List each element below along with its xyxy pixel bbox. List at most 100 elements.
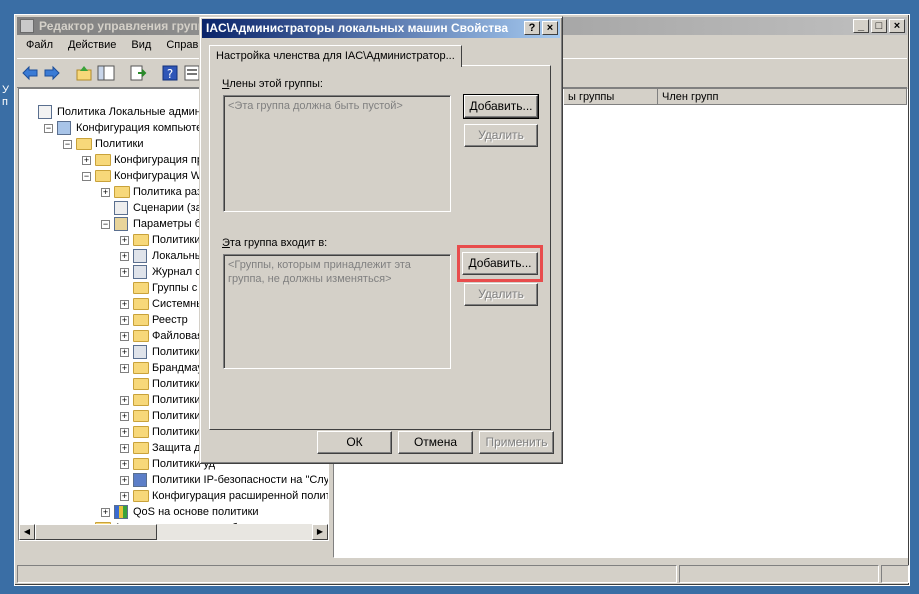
tree-item-label: QoS на основе политики xyxy=(133,506,259,518)
expand-icon[interactable]: + xyxy=(120,428,129,437)
collapse-icon[interactable]: − xyxy=(82,172,91,181)
desktop-icon-label: Уп xyxy=(2,84,9,108)
folder-icon xyxy=(95,154,111,166)
script-icon xyxy=(114,201,128,215)
folder-icon xyxy=(133,442,149,454)
forward-arrow-icon[interactable] xyxy=(43,64,61,82)
menu-action[interactable]: Действие xyxy=(59,37,122,51)
expand-icon[interactable]: + xyxy=(120,300,129,309)
expand-icon[interactable]: + xyxy=(65,540,70,541)
status-bar xyxy=(17,565,909,583)
folder-icon xyxy=(133,458,149,470)
back-arrow-icon[interactable] xyxy=(21,64,39,82)
dialog-title: IAC\Администраторы локальных машин Свойс… xyxy=(206,21,509,35)
expand-icon[interactable]: + xyxy=(120,412,129,421)
collapse-icon[interactable]: − xyxy=(44,124,53,133)
expand-icon[interactable]: + xyxy=(101,188,110,197)
expand-icon[interactable]: + xyxy=(120,364,129,373)
folder-icon xyxy=(133,426,149,438)
tree-item-label: Политика Локальные админист xyxy=(57,106,218,118)
show-hide-tree-icon[interactable] xyxy=(97,64,115,82)
member-of-label: Эта группа входит в: xyxy=(222,237,328,249)
expand-icon[interactable]: + xyxy=(120,444,129,453)
svg-text:?: ? xyxy=(167,67,173,81)
expand-icon[interactable]: + xyxy=(120,476,129,485)
menu-view[interactable]: Вид xyxy=(122,37,157,51)
folder-icon xyxy=(133,410,149,422)
computer-icon xyxy=(57,121,71,135)
chart-icon xyxy=(114,505,128,519)
add-members-button[interactable]: Добавить... xyxy=(463,94,539,119)
dialog-close-icon[interactable]: × xyxy=(542,21,558,35)
cancel-button[interactable]: Отмена xyxy=(398,431,473,454)
menu-file[interactable]: Файл xyxy=(17,37,59,51)
scroll-left-icon[interactable]: ◀ xyxy=(19,524,35,540)
tree-horizontal-scrollbar[interactable]: ◀ ▶ xyxy=(19,524,328,540)
add-member-of-button[interactable]: Добавить... xyxy=(462,252,538,275)
folder-icon xyxy=(133,330,149,342)
column-header-groups[interactable]: ы группы xyxy=(564,89,658,105)
up-folder-icon[interactable] xyxy=(75,64,93,82)
folder-icon xyxy=(114,186,130,198)
status-cell-main xyxy=(17,565,677,583)
document-icon xyxy=(133,249,147,263)
maximize-icon[interactable]: □ xyxy=(871,19,887,33)
folder-icon xyxy=(133,490,149,502)
folder-icon xyxy=(76,138,92,150)
expand-icon[interactable]: + xyxy=(120,492,129,501)
expand-icon[interactable]: + xyxy=(82,156,91,165)
minimize-icon[interactable]: _ xyxy=(853,19,869,33)
remove-member-of-button[interactable]: Удалить xyxy=(464,283,538,306)
folder-icon xyxy=(133,378,149,390)
policy-icon xyxy=(38,105,52,119)
scroll-right-icon[interactable]: ▶ xyxy=(312,524,328,540)
close-icon[interactable]: × xyxy=(889,19,905,33)
column-header-member-of[interactable]: Член групп xyxy=(658,89,907,105)
folder-icon xyxy=(133,298,149,310)
expand-icon[interactable]: + xyxy=(120,268,129,277)
collapse-icon[interactable]: − xyxy=(63,140,72,149)
collapse-icon[interactable]: − xyxy=(101,220,110,229)
expand-icon[interactable]: + xyxy=(120,236,129,245)
tree-item[interactable]: + Политики IP-безопасности на "Слу xyxy=(19,472,328,488)
apply-button[interactable]: Применить xyxy=(479,431,554,454)
tree-item[interactable]: + Конфигурация расширенной полит xyxy=(19,488,328,504)
export-list-icon[interactable] xyxy=(129,64,147,82)
help-icon[interactable]: ? xyxy=(161,64,179,82)
tree-item-label: Политики xyxy=(95,138,144,150)
dialog-help-icon[interactable]: ? xyxy=(524,21,540,35)
member-of-listbox[interactable]: <Группы, которым принадлежит эта группа,… xyxy=(223,254,451,369)
ipsec-policy-icon xyxy=(133,473,147,487)
folder-icon xyxy=(95,170,111,182)
folder-icon xyxy=(133,234,149,246)
app-icon xyxy=(20,19,34,33)
expand-icon[interactable]: + xyxy=(120,316,129,325)
expand-icon[interactable]: + xyxy=(101,508,110,517)
menu-help[interactable]: Справ xyxy=(157,37,204,51)
ok-button[interactable]: ОК xyxy=(317,431,392,454)
folder-icon xyxy=(133,394,149,406)
tree-item-label: Политики IP-безопасности на "Слу xyxy=(152,474,329,486)
expand-icon[interactable]: + xyxy=(120,396,129,405)
members-label: Члены этой группы: xyxy=(222,78,323,90)
group-properties-dialog: IAC\Администраторы локальных машин Свойс… xyxy=(199,16,563,464)
dialog-title-bar[interactable]: IAC\Администраторы локальных машин Свойс… xyxy=(202,19,560,38)
expand-icon[interactable]: + xyxy=(120,348,129,357)
expand-icon[interactable]: + xyxy=(120,252,129,261)
folder-icon xyxy=(133,314,149,326)
mdi-controls xyxy=(887,37,907,56)
status-cell-3 xyxy=(881,565,909,583)
expand-icon[interactable]: + xyxy=(120,332,129,341)
tree-item-label: Конфигурация расширенной полит xyxy=(152,490,329,502)
folder-icon xyxy=(133,362,149,374)
scroll-thumb[interactable] xyxy=(35,524,157,540)
tree-item[interactable]: + QoS на основе политики xyxy=(19,504,328,520)
main-window-title: Редактор управления групп xyxy=(39,19,205,33)
tab-membership[interactable]: Настройка членства для IAC\Администратор… xyxy=(209,45,462,67)
security-settings-icon xyxy=(114,217,128,231)
remove-members-button[interactable]: Удалить xyxy=(464,124,538,147)
members-listbox[interactable]: <Эта группа должна быть пустой> xyxy=(223,95,451,212)
expand-icon[interactable]: + xyxy=(120,460,129,469)
tree-item-label: Реестр xyxy=(152,314,188,326)
folder-icon xyxy=(133,282,149,294)
